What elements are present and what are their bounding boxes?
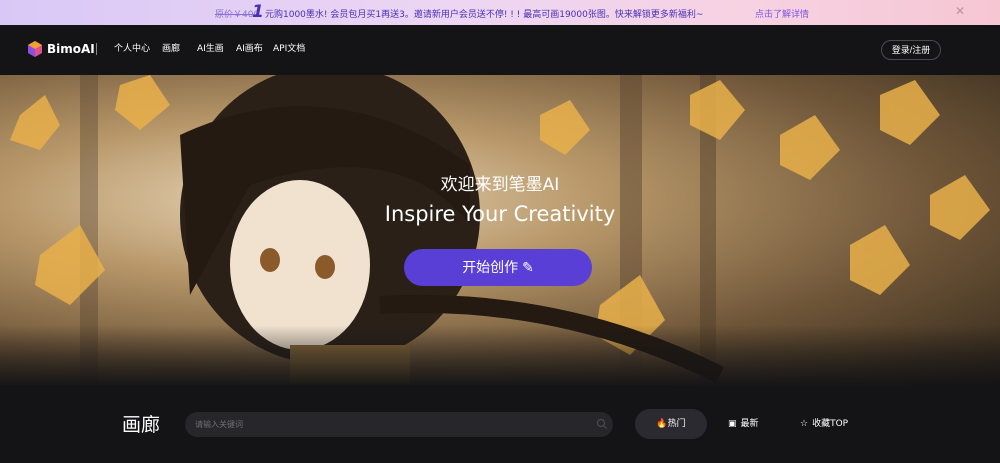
tab-latest-label: 最新 [740,419,759,429]
bimoai-logo-icon[interactable] [26,40,44,58]
hero-subtitle: Inspire Your Creativity [384,202,616,226]
bookmark-icon: ▣ [728,419,737,429]
promo-big-number: 1 [252,2,264,22]
promo-text: 元购1000墨水! 会员包月买1再送3。邀请新用户会员送不停! ! ! 最高可画… [265,10,704,20]
brand-divider [96,43,97,55]
fire-icon: 🔥 [656,419,668,429]
hero-title: 欢迎来到笔墨AI [440,175,560,195]
search-icon[interactable] [596,418,608,430]
brand-name[interactable]: BimoAI [47,40,95,58]
gallery-title: 画廊 [122,414,161,436]
tab-hot[interactable]: 🔥热门 [635,409,707,439]
nav-item-api-docs[interactable]: API文档 [273,43,305,55]
start-creating-button[interactable]: 开始创作 ✎ [404,249,592,286]
hero-fade [0,325,1000,385]
promo-details-link[interactable]: 点击了解详情 [755,7,809,20]
nav-item-ai-painting[interactable]: AI生画 [197,43,224,55]
promo-banner: 原价￥400 1 元购1000墨水! 会员包月买1再送3。邀请新用户会员送不停!… [0,0,1000,25]
nav-item-gallery[interactable]: 画廊 [162,43,180,55]
nav-item-profile[interactable]: 个人中心 [114,43,150,55]
star-icon: ☆ [800,419,809,429]
tab-favorites-label: 收藏TOP [812,419,849,429]
login-register-button[interactable]: 登录/注册 [881,40,941,60]
tab-latest[interactable]: ▣ 最新 [728,409,759,439]
tab-hot-label: 热门 [667,419,686,429]
close-icon[interactable]: ✕ [953,4,967,18]
search-input[interactable] [185,412,613,437]
tab-favorites-top[interactable]: ☆ 收藏TOP [800,409,848,439]
hero-banner [0,75,1000,385]
nav-item-ai-canvas[interactable]: AI画布 [236,43,263,55]
